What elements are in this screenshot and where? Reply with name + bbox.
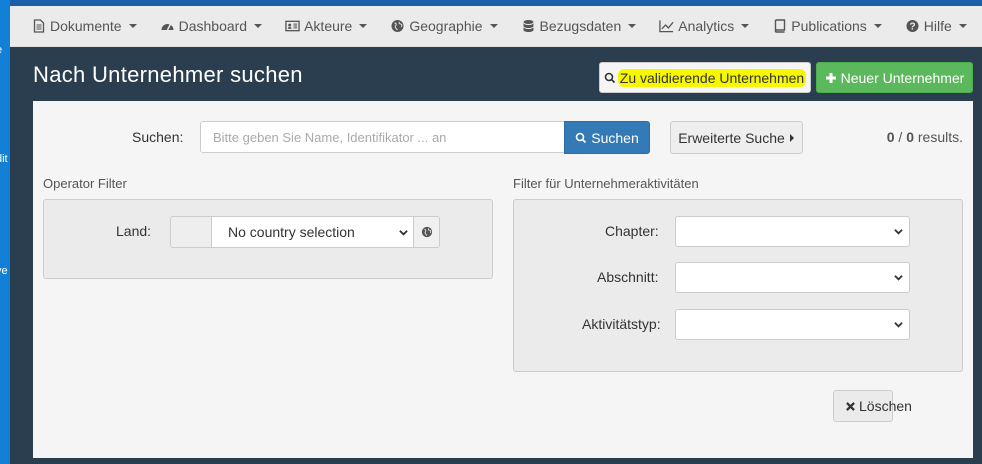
caret-down-icon — [128, 24, 137, 28]
nav-publications[interactable]: Publications — [772, 18, 882, 34]
nav-bezugsdaten[interactable]: Bezugsdaten — [521, 18, 637, 34]
question-circle-icon: ? — [906, 20, 919, 33]
book-icon — [775, 19, 786, 33]
nav-hilfe[interactable]: ? Hilfe — [905, 18, 967, 34]
search-button[interactable]: Suchen — [564, 121, 650, 154]
activity-filter-title: Filter für Unternehmeraktivitäten — [513, 176, 699, 191]
search-panel: Suchen: Bitte geben Sie Name, Identifika… — [33, 101, 973, 458]
desktop-fragment: ye — [0, 265, 8, 277]
search-icon — [575, 132, 587, 143]
nav-akteure-label: Akteure — [304, 18, 353, 34]
results-suffix: results. — [917, 129, 963, 145]
dashboard-icon — [161, 23, 174, 31]
desktop-fragment: dit — [0, 153, 8, 165]
svg-text:?: ? — [909, 22, 915, 33]
caret-down-icon — [958, 24, 967, 28]
results-count: 0 / 0 results. — [886, 129, 963, 145]
nav-dokumente-label: Dokumente — [50, 18, 122, 34]
chapter-label: Chapter: — [605, 223, 659, 239]
activity-type-select[interactable] — [675, 309, 910, 340]
operator-filter-box: Land: No country selection — [43, 199, 493, 279]
plus-icon — [825, 72, 836, 83]
land-label: Land: — [116, 223, 152, 239]
page-title: Nach Unternehmer suchen — [33, 62, 303, 87]
caret-down-icon — [741, 24, 750, 28]
clear-button[interactable]: Löschen — [833, 390, 912, 422]
nav-analytics-label: Analytics — [678, 18, 735, 34]
globe-icon — [391, 20, 404, 32]
validate-entrepreneurs-button[interactable]: Zu validierende Unternehmen — [599, 62, 811, 93]
search-label: Suchen: — [132, 129, 184, 145]
operator-filter-title: Operator Filter — [43, 176, 127, 191]
activity-filter-box: Chapter: Abschnitt: Aktivitätstyp: — [513, 199, 963, 372]
database-icon — [523, 20, 534, 32]
results-total: 0 — [906, 129, 914, 145]
search-button-label: Suchen — [591, 129, 639, 146]
chapter-select[interactable] — [675, 216, 910, 247]
caret-down-icon — [254, 24, 263, 28]
nav-hilfe-label: Hilfe — [923, 18, 952, 34]
globe-icon — [421, 226, 432, 238]
country-select[interactable]: No country selection — [211, 216, 415, 248]
caret-down-icon — [359, 24, 368, 28]
chevron-down-icon — [399, 229, 408, 236]
abschnitt-label: Abschnitt: — [597, 269, 659, 285]
abschnitt-select[interactable] — [675, 262, 910, 293]
globe-button[interactable] — [413, 216, 440, 248]
new-entrepreneur-button[interactable]: Neuer Unternehmer — [816, 62, 973, 93]
validate-label: Zu validierende Unternehmen — [617, 68, 807, 87]
caret-down-icon — [489, 24, 498, 28]
document-icon — [33, 19, 45, 33]
nav-dokumente[interactable]: Dokumente — [31, 18, 137, 34]
nav-dashboard[interactable]: Dashboard — [160, 18, 263, 34]
caret-down-icon — [873, 24, 882, 28]
country-flag-addon — [170, 216, 212, 248]
clear-label: Löschen — [859, 398, 912, 414]
search-input[interactable]: Bitte geben Sie Name, Identifikator ... … — [200, 121, 565, 153]
id-card-icon — [285, 20, 300, 32]
chevron-down-icon — [894, 322, 903, 328]
nav-analytics[interactable]: Analytics — [659, 18, 750, 34]
activity-type-label: Aktivitätstyp: — [582, 316, 661, 332]
nav-geographie[interactable]: Geographie — [390, 18, 498, 34]
caret-down-icon — [628, 24, 637, 28]
line-chart-icon — [659, 20, 674, 33]
desktop-strip: e dit ye — [0, 0, 10, 464]
nav-akteure[interactable]: Akteure — [285, 18, 368, 34]
nav-dashboard-label: Dashboard — [178, 18, 248, 34]
nav-geographie-label: Geographie — [409, 18, 483, 34]
advanced-search-button[interactable]: Erweiterte Suche — [670, 121, 803, 154]
desktop-fragment: e — [0, 44, 10, 56]
advanced-search-label: Erweiterte Suche — [678, 129, 785, 146]
country-select-value: No country selection — [228, 224, 355, 240]
nav-publications-label: Publications — [791, 18, 867, 34]
nav-bezugsdaten-label: Bezugsdaten — [539, 18, 622, 34]
new-label: Neuer Unternehmer — [840, 69, 965, 86]
search-icon — [604, 72, 615, 83]
close-icon — [846, 401, 855, 411]
chevron-down-icon — [894, 275, 903, 281]
caret-right-icon — [789, 133, 794, 142]
chevron-down-icon — [894, 229, 903, 235]
results-current: 0 — [886, 129, 895, 145]
main-navbar: Dokumente Dashboard Akteure Geographie B… — [10, 6, 982, 47]
